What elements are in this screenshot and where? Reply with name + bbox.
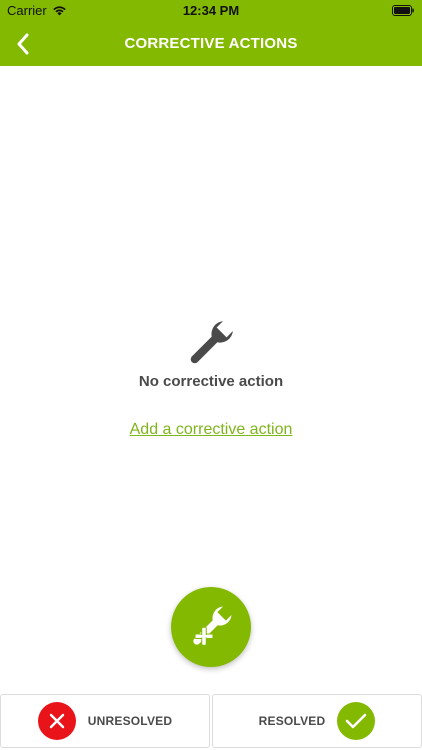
unresolved-button[interactable]: UNRESOLVED [0,694,210,748]
header: Carrier 12:34 PM CORRECTIVE ACTIONS [0,0,422,66]
page-title: CORRECTIVE ACTIONS [124,35,298,52]
add-corrective-action-link[interactable]: Add a corrective action [0,421,422,439]
wrench-icon [190,321,233,364]
wrench-plus-icon [193,606,232,646]
status-time: 12:34 PM [182,3,240,18]
empty-message: No corrective action [138,373,284,390]
bottom-action-bar: UNRESOLVED RESOLVED [0,694,422,750]
unresolved-label: UNRESOLVED [87,714,173,728]
unresolved-status-icon [37,702,76,740]
add-corrective-action-button[interactable] [171,587,251,667]
nav-bar: CORRECTIVE ACTIONS [0,22,422,66]
resolved-button[interactable]: RESOLVED [212,694,422,748]
check-icon [346,713,367,729]
status-bar: Carrier 12:34 PM [0,0,422,22]
close-icon [49,713,64,729]
corrective-actions-screen: Carrier 12:34 PM CORRECTIVE ACTIONS No c… [0,0,422,750]
resolved-status-icon [337,702,376,740]
resolved-label: RESOLVED [258,714,326,728]
battery-icon [392,5,414,16]
empty-state: No corrective action [0,316,422,390]
